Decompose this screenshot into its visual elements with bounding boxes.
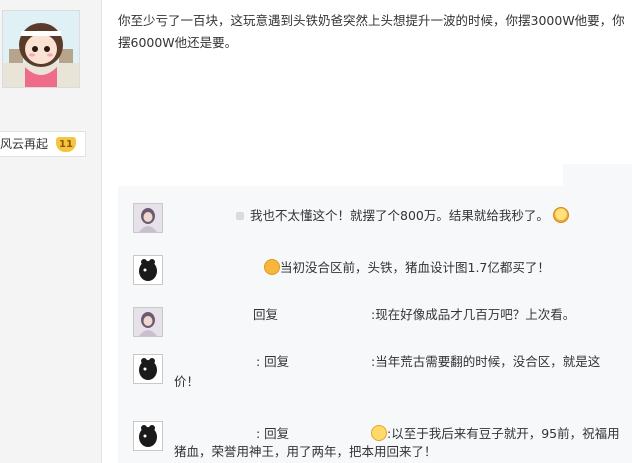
reply-content: :以至于我后来有豆子就开，95前，祝福用 — [387, 426, 620, 441]
smile-emoji-icon — [371, 425, 387, 441]
blurred-username — [236, 212, 244, 220]
reply-content: 我也不太懂这个！就摆了个800万。结果就给我秒了。 — [250, 208, 549, 223]
reply-content: 当初没合区前，头铁，猪血设计图1.7亿都买了！ — [280, 260, 550, 275]
reply-avatar[interactable] — [133, 421, 163, 451]
reply-item: :现在好像成品才几百万吧？上次看。 — [371, 304, 575, 326]
laugh-emoji-icon — [552, 207, 569, 223]
reply-avatar[interactable] — [133, 255, 163, 285]
reply-item: 回复 — [253, 304, 278, 326]
reply-continuation: 价！ — [174, 374, 200, 389]
reply-avatar[interactable] — [133, 307, 163, 337]
reply-item: 我也不太懂这个！就摆了个800万。结果就给我秒了。 — [236, 205, 569, 227]
reply-avatar[interactable] — [133, 354, 163, 384]
reply-prefix[interactable]: : 回复 — [256, 426, 289, 441]
post-author-avatar[interactable] — [2, 10, 80, 88]
reply-prefix[interactable]: 回复 — [253, 307, 278, 322]
reply-content: :当年荒古需要翻的时候，没合区，就是这 — [371, 354, 601, 369]
reply-continuation: 猪血，荣誉用神王，用了两年，把本用回来了！ — [174, 444, 437, 459]
reply-prefix[interactable]: : 回复 — [256, 354, 289, 369]
user-name-tag[interactable]: 风云再起 11 — [0, 131, 86, 157]
tongue-emoji-icon — [264, 259, 280, 275]
reply-avatar[interactable] — [133, 203, 163, 233]
reply-item: 当初没合区前，头铁，猪血设计图1.7亿都买了！ — [264, 257, 550, 279]
reply-item: : 回复 — [256, 351, 289, 373]
user-name[interactable]: 风云再起 — [0, 137, 48, 151]
reply-panel-top — [563, 164, 632, 186]
level-badge-icon: 11 — [56, 137, 76, 152]
reply-item: :当年荒古需要翻的时候，没合区，就是这 — [371, 351, 600, 373]
reply-content: :现在好像成品才几百万吧？上次看。 — [371, 307, 576, 322]
post-content: 你至少亏了一百块，这玩意遇到头铁奶爸突然上头想提升一波的时候，你摆3000W他要… — [118, 13, 625, 50]
